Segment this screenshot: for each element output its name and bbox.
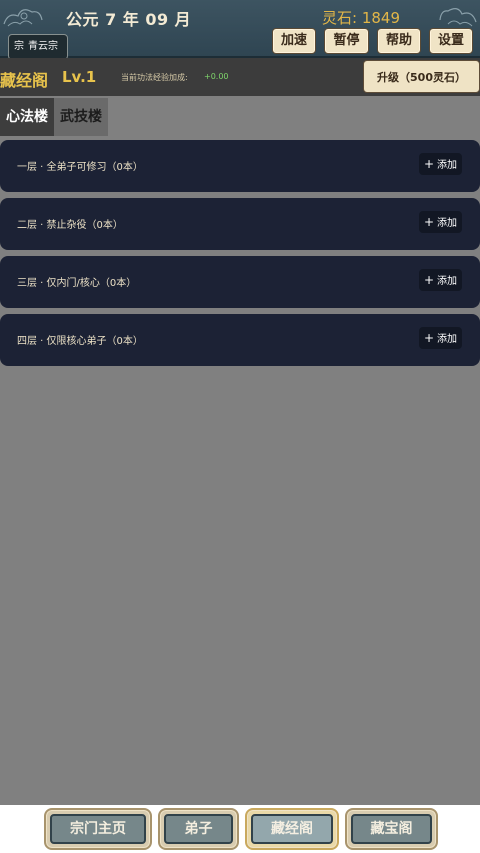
pavilion-title: 藏经阁 <box>0 71 49 90</box>
bottom-nav: 宗门主页 弟子 藏经阁 藏宝阁 <box>0 805 480 853</box>
add-book-button[interactable]: + 添加 <box>418 211 462 233</box>
exp-bonus-value: +0.00 <box>204 72 229 81</box>
nav-label: 弟子 <box>164 814 233 844</box>
cloud-icon <box>3 9 43 27</box>
add-book-button[interactable]: + 添加 <box>418 153 462 175</box>
plus-icon: + <box>423 273 434 287</box>
plus-icon: + <box>423 157 434 171</box>
help-button[interactable]: 帮助 <box>377 28 421 54</box>
add-label: 添加 <box>437 276 457 287</box>
cloud-icon <box>439 8 477 27</box>
top-header: 公元 7 年 09 月 灵石: 1849 宗青云宗 加速 暂停 帮助 设置 <box>0 0 480 60</box>
nav-sect-home[interactable]: 宗门主页 <box>44 808 152 850</box>
floor-label: 一层 · 全弟子可修习（0本） <box>17 162 143 173</box>
exp-bonus-label: 当前功法经验加成: <box>121 73 188 82</box>
nav-label: 藏经阁 <box>251 814 333 844</box>
nav-label: 宗门主页 <box>50 814 146 844</box>
floor-label: 二层 · 禁止杂役（0本） <box>17 220 123 231</box>
add-book-button[interactable]: + 添加 <box>418 269 462 291</box>
building-tabs: 心法楼 武技楼 <box>0 98 108 136</box>
plus-icon: + <box>423 331 434 345</box>
nav-treasure-pavilion[interactable]: 藏宝阁 <box>345 808 438 850</box>
settings-button[interactable]: 设置 <box>429 28 473 54</box>
pavilion-bar: 藏经阁 Lv.1 当前功法经验加成: +0.00 升级（500灵石） <box>0 58 480 96</box>
sect-badge[interactable]: 宗青云宗 <box>8 34 68 60</box>
nav-label: 藏宝阁 <box>351 814 432 844</box>
tab-xinfa[interactable]: 心法楼 <box>0 98 54 136</box>
upgrade-button[interactable]: 升级（500灵石） <box>363 60 480 93</box>
floor-row-3: 三层 · 仅内门/核心（0本） + 添加 <box>0 256 480 308</box>
tab-wuji[interactable]: 武技楼 <box>54 98 108 136</box>
add-label: 添加 <box>437 334 457 345</box>
floor-list: 一层 · 全弟子可修习（0本） + 添加 二层 · 禁止杂役（0本） + 添加 三层… <box>0 140 480 372</box>
add-label: 添加 <box>437 218 457 229</box>
pause-button[interactable]: 暂停 <box>324 28 369 54</box>
floor-row-2: 二层 · 禁止杂役（0本） + 添加 <box>0 198 480 250</box>
plus-icon: + <box>423 215 434 229</box>
add-label: 添加 <box>437 160 457 171</box>
game-date: 公元 7 年 09 月 <box>66 10 192 29</box>
nav-scripture-pavilion[interactable]: 藏经阁 <box>245 808 339 850</box>
sect-name: 青云宗 <box>28 41 58 52</box>
spirit-stone-count: 灵石: 1849 <box>322 9 400 27</box>
floor-label: 四层 · 仅限核心弟子（0本） <box>17 336 143 347</box>
floor-label: 三层 · 仅内门/核心（0本） <box>17 278 137 289</box>
speed-button[interactable]: 加速 <box>272 28 316 54</box>
pavilion-level: Lv.1 <box>62 68 97 86</box>
sect-prefix: 宗 <box>14 41 24 52</box>
floor-row-4: 四层 · 仅限核心弟子（0本） + 添加 <box>0 314 480 366</box>
add-book-button[interactable]: + 添加 <box>418 327 462 349</box>
floor-row-1: 一层 · 全弟子可修习（0本） + 添加 <box>0 140 480 192</box>
nav-disciples[interactable]: 弟子 <box>158 808 239 850</box>
